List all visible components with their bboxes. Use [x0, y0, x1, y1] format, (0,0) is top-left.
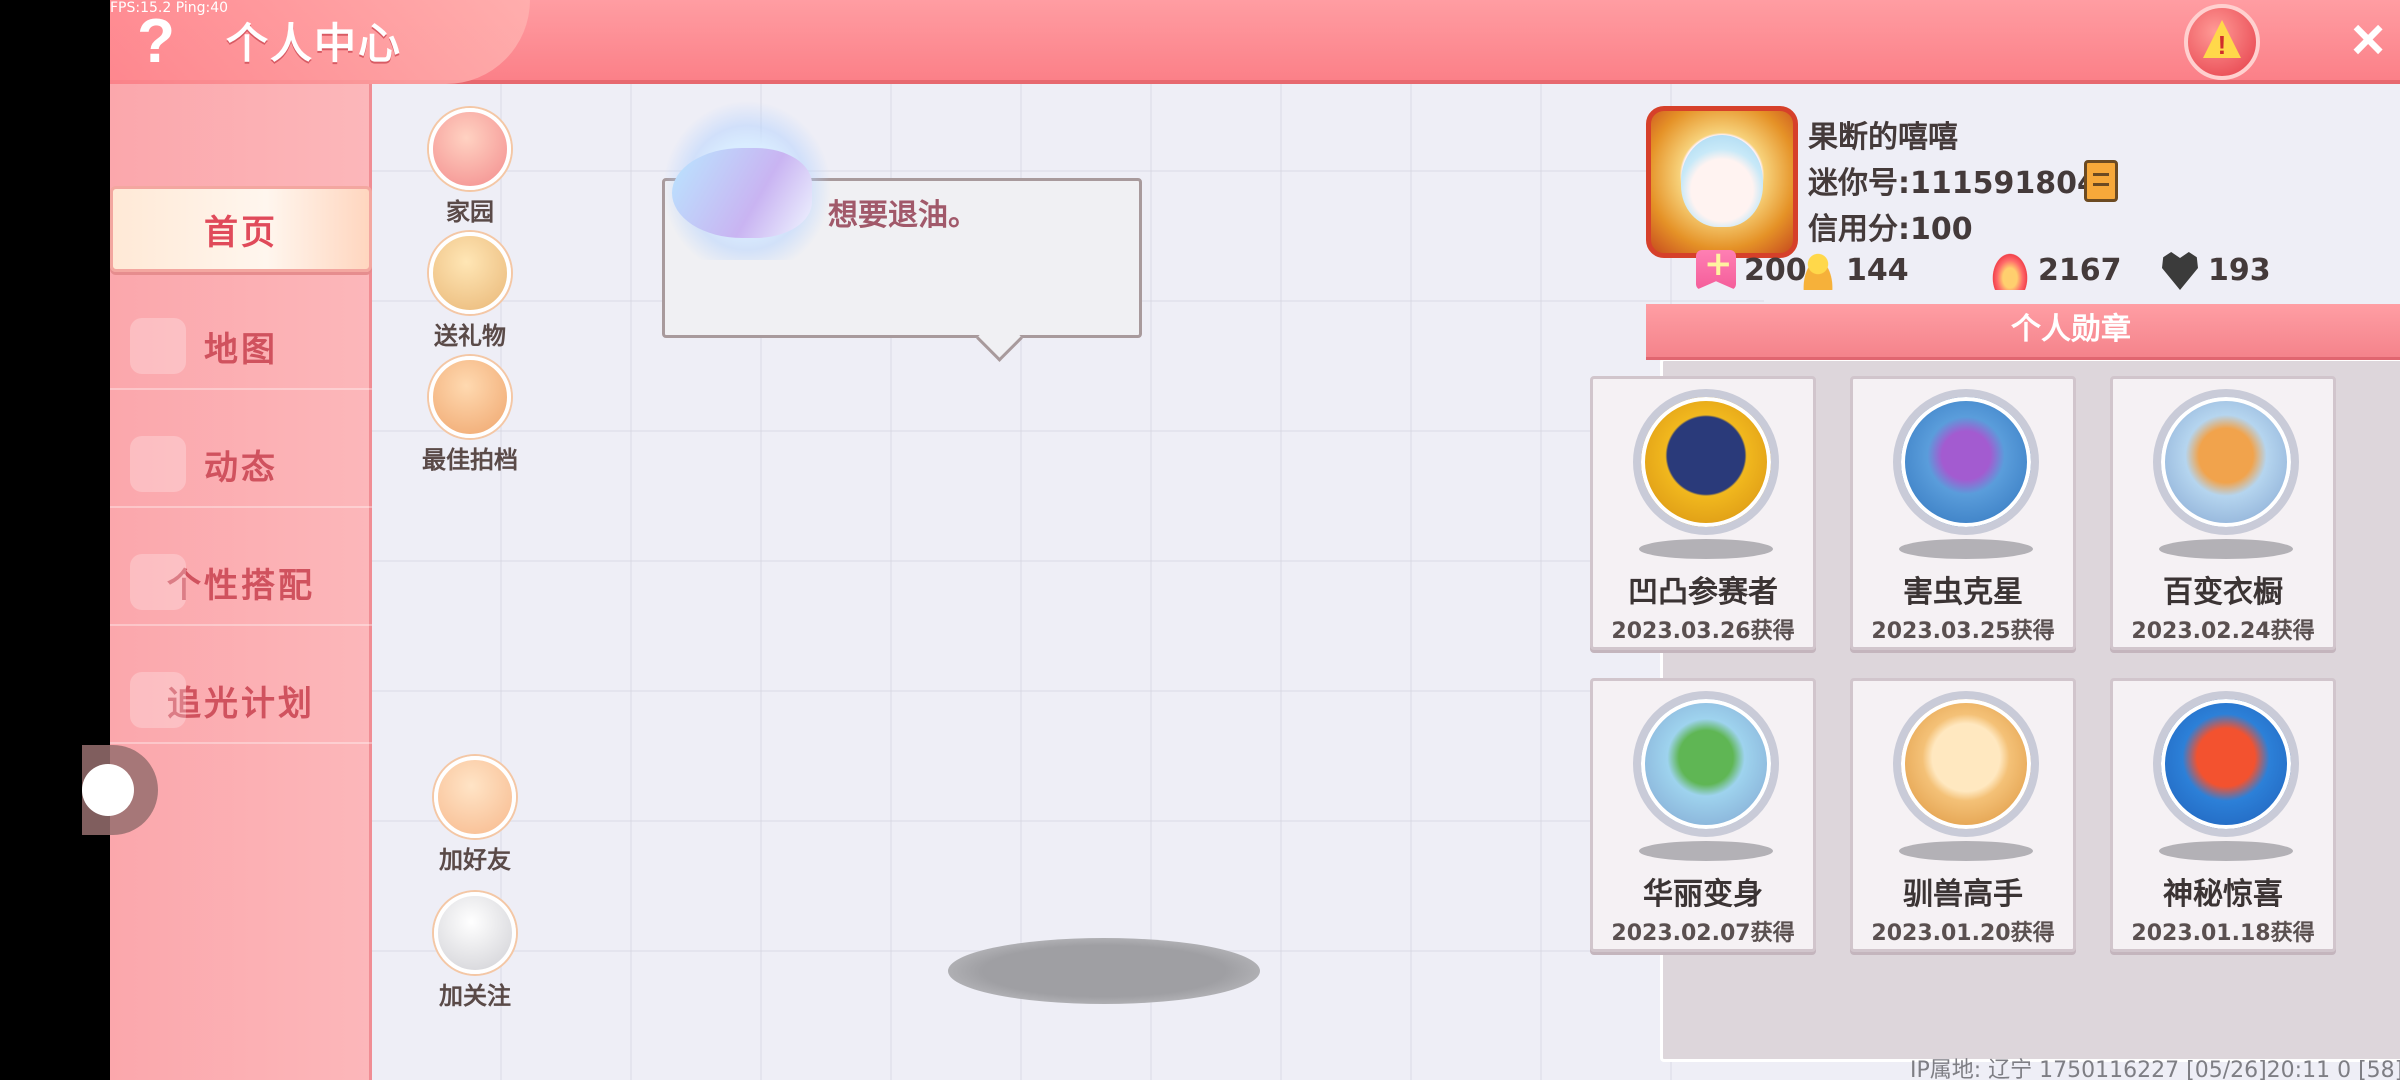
- character-shadow: [948, 938, 1260, 1004]
- badge-date: 2023.02.24获得: [2131, 619, 2315, 644]
- gift-icon: [429, 232, 511, 314]
- badge-card[interactable]: 凹凸参赛者 2023.03.26获得: [1590, 376, 1816, 650]
- badge-panel-title: 个人勋章: [1646, 304, 2400, 360]
- fans-icon: [1798, 250, 1838, 290]
- add-friend-label: 加好友: [439, 846, 511, 874]
- medal-contestant-icon: [1633, 389, 1779, 535]
- badge-date: 2023.01.18获得: [2131, 921, 2315, 946]
- badge-date: 2023.03.26获得: [1611, 619, 1795, 644]
- medal-pest-buster-icon: [1893, 389, 2039, 535]
- bookmark-icon: [1696, 250, 1736, 290]
- left-black-strip: [0, 0, 110, 1080]
- stat-bookmark: 200: [1696, 250, 1807, 290]
- sidebar-item-feed[interactable]: 动态: [110, 422, 372, 508]
- credit-score: 信用分:100: [1808, 212, 1973, 247]
- avatar-face: [1681, 135, 1763, 227]
- personal-center-window: ? 个人中心 ! × 首页 地图 动态 个性搭配 追光计划 家园 送礼物 最佳拍…: [110, 0, 2400, 1080]
- medal-surprise-icon: [2153, 691, 2299, 837]
- badge-date: 2023.02.07获得: [1611, 921, 1795, 946]
- badge-card[interactable]: 百变衣橱 2023.02.24获得: [2110, 376, 2336, 650]
- report-button[interactable]: !: [2184, 4, 2260, 80]
- badge-name: 神秘惊喜: [2163, 877, 2283, 912]
- add-friend-button[interactable]: 加好友: [425, 756, 525, 875]
- badge-name: 驯兽高手: [1903, 877, 2023, 912]
- medal-stand: [2159, 841, 2293, 861]
- fish-sparkle-decoration: [662, 100, 832, 260]
- stat-likes: 193: [2160, 250, 2271, 290]
- badge-name: 华丽变身: [1643, 877, 1763, 912]
- sidebar-item-label: 地图: [204, 329, 278, 370]
- house-icon: [429, 108, 511, 190]
- home-button[interactable]: 家园: [420, 108, 520, 227]
- add-user-icon: [434, 756, 516, 838]
- copy-icon[interactable]: [2084, 160, 2118, 202]
- fans-count: 144: [1846, 252, 1909, 288]
- heart-icon: [434, 892, 516, 974]
- follow-label: 加关注: [439, 982, 511, 1010]
- fish-icon: [672, 148, 812, 238]
- close-button[interactable]: ×: [2338, 10, 2398, 70]
- medal-stand: [1899, 841, 2033, 861]
- badge-card[interactable]: 神秘惊喜 2023.01.18获得: [2110, 678, 2336, 952]
- home-label: 家园: [446, 198, 494, 226]
- sidebar-item-label: 首页: [204, 212, 278, 253]
- sidebar-item-outfit[interactable]: 个性搭配: [110, 540, 372, 626]
- report-icon-mark: !: [2217, 30, 2227, 60]
- avatar[interactable]: [1646, 106, 1798, 258]
- stat-fans: 144: [1798, 250, 1909, 290]
- popularity-count: 2167: [2038, 252, 2122, 288]
- badge-date: 2023.01.20获得: [1871, 921, 2055, 946]
- send-gift-label: 送礼物: [434, 322, 506, 350]
- badge-name: 百变衣橱: [2163, 575, 2283, 610]
- likes-count: 193: [2208, 252, 2271, 288]
- medal-stand: [2159, 539, 2293, 559]
- medal-tamer-icon: [1893, 691, 2039, 837]
- stat-popularity: 2167: [1990, 250, 2122, 290]
- badge-card[interactable]: 华丽变身 2023.02.07获得: [1590, 678, 1816, 952]
- nickname: 果断的嘻嘻: [1808, 120, 1958, 155]
- send-gift-button[interactable]: 送礼物: [420, 232, 520, 351]
- badge-name: 凹凸参赛者: [1628, 575, 1778, 610]
- likes-heart-icon: [2162, 252, 2198, 290]
- medal-wardrobe-icon: [2153, 389, 2299, 535]
- best-partner-label: 最佳拍档: [422, 446, 518, 474]
- badge-name: 害虫克星: [1903, 575, 2023, 610]
- star-icon: [130, 672, 186, 728]
- medal-stand: [1899, 539, 2033, 559]
- medal-stand: [1639, 539, 1773, 559]
- badge-date: 2023.03.25获得: [1871, 619, 2055, 644]
- sidebar-item-label: 个性搭配: [167, 565, 315, 606]
- badge-card[interactable]: 害虫克星 2023.03.25获得: [1850, 376, 2076, 650]
- badge-card[interactable]: 驯兽高手 2023.01.20获得: [1850, 678, 2076, 952]
- handshake-icon: [429, 356, 511, 438]
- footer-info: IP属地: 辽宁 1750116227 [05/26]20:11 0 [58]1…: [1910, 1058, 2400, 1080]
- page-title: 个人中心: [226, 19, 403, 68]
- sidebar-item-map[interactable]: 地图: [110, 304, 372, 390]
- fps-readout: FPS:15.2 Ping:40: [110, 0, 229, 16]
- top-bar: ? 个人中心 ! ×: [110, 0, 2400, 84]
- map-icon: [130, 318, 186, 374]
- fire-icon: [1990, 250, 2030, 290]
- sidebar-item-home[interactable]: 首页: [110, 186, 372, 272]
- speech-text: 想要退油。: [828, 198, 978, 233]
- bell-icon: [130, 436, 186, 492]
- medal-transform-icon: [1633, 691, 1779, 837]
- sidebar-item-label: 动态: [204, 447, 278, 488]
- outfit-icon: [130, 554, 186, 610]
- medal-stand: [1639, 841, 1773, 861]
- sidebar-item-label: 追光计划: [167, 683, 315, 724]
- sidebar-item-chase-light[interactable]: 追光计划: [110, 658, 372, 744]
- mini-id: 迷你号:1115918043: [1808, 166, 2119, 201]
- sidebar: 首页 地图 动态 个性搭配 追光计划: [110, 84, 372, 1080]
- assist-dot-icon: [82, 764, 134, 816]
- follow-button[interactable]: 加关注: [425, 892, 525, 1011]
- best-partner-button[interactable]: 最佳拍档: [410, 356, 530, 475]
